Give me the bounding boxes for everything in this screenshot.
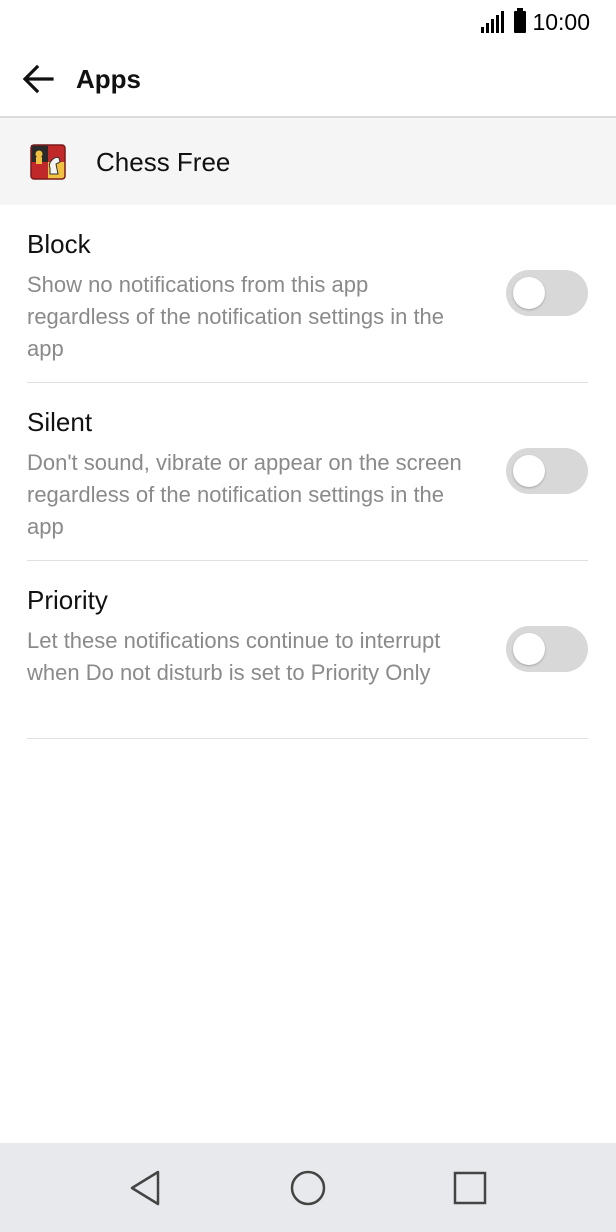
- back-button[interactable]: [18, 58, 60, 100]
- page-title: Apps: [76, 64, 141, 94]
- setting-title: Silent: [27, 407, 93, 437]
- battery-icon: [514, 8, 527, 33]
- home-circle-icon: [290, 1170, 326, 1206]
- status-time: 10:00: [532, 8, 590, 35]
- block-toggle[interactable]: [506, 270, 588, 316]
- setting-title: Block: [27, 229, 91, 259]
- setting-description: Show no notifications from this app rega…: [27, 272, 445, 361]
- nav-back-button[interactable]: [122, 1165, 168, 1211]
- app-bar: Apps: [0, 44, 616, 118]
- status-indicators: 10:00: [481, 8, 590, 36]
- silent-toggle[interactable]: [506, 448, 588, 494]
- toggle-knob: [513, 633, 545, 665]
- chess-app-icon: [30, 144, 66, 180]
- arrow-left-icon: [22, 64, 54, 94]
- setting-description: Don't sound, vibrate or appear on the sc…: [27, 450, 462, 539]
- app-header: Chess Free: [0, 118, 616, 205]
- recents-square-icon: [453, 1171, 487, 1205]
- nav-home-button[interactable]: [285, 1165, 331, 1211]
- nav-recents-button[interactable]: [447, 1165, 493, 1211]
- toggle-knob: [513, 455, 545, 487]
- setting-block: Block Show no notifications from this ap…: [27, 205, 588, 383]
- setting-silent: Silent Don't sound, vibrate or appear on…: [27, 383, 588, 561]
- navigation-bar: [0, 1143, 616, 1232]
- status-bar: 10:00: [0, 0, 616, 44]
- priority-toggle[interactable]: [506, 626, 588, 672]
- signal-icon: [481, 11, 506, 33]
- setting-description: Let these notifications continue to inte…: [27, 628, 441, 685]
- toggle-knob: [513, 277, 545, 309]
- app-name: Chess Free: [96, 147, 231, 177]
- setting-priority: Priority Let these notifications continu…: [27, 561, 588, 739]
- setting-title: Priority: [27, 585, 108, 615]
- back-triangle-icon: [130, 1170, 160, 1206]
